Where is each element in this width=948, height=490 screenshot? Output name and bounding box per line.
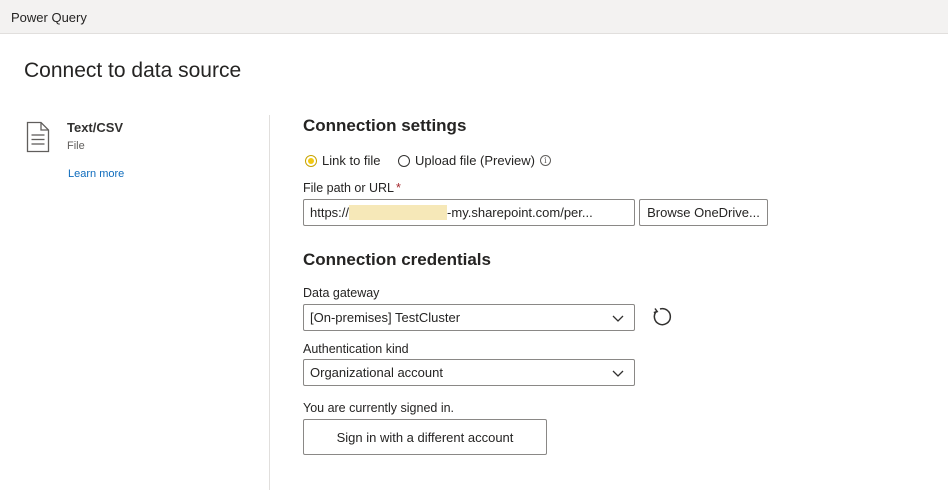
learn-more-link[interactable]: Learn more bbox=[68, 168, 124, 180]
auth-kind-label: Authentication kind bbox=[303, 342, 409, 356]
data-gateway-label: Data gateway bbox=[303, 286, 380, 300]
upload-file-label: Upload file (Preview) bbox=[415, 153, 535, 168]
chevron-down-icon bbox=[612, 370, 624, 377]
radio-selected-icon bbox=[305, 154, 317, 167]
file-path-label: File path or URL * bbox=[303, 181, 401, 195]
url-prefix: https:// bbox=[310, 205, 350, 220]
panel-divider bbox=[269, 115, 270, 490]
data-gateway-value: [On-premises] TestCluster bbox=[310, 310, 461, 325]
file-path-input[interactable]: https:// -my.sharepoint.com/per... bbox=[303, 199, 635, 226]
url-suffix: -my.sharepoint.com/per... bbox=[447, 205, 593, 220]
connection-credentials-heading: Connection credentials bbox=[303, 250, 491, 269]
title-bar: Power Query bbox=[0, 0, 948, 34]
file-path-label-text: File path or URL bbox=[303, 181, 395, 195]
browse-onedrive-button[interactable]: Browse OneDrive... bbox=[639, 199, 768, 226]
upload-file-radio[interactable]: Upload file (Preview) i bbox=[398, 153, 551, 168]
refresh-icon[interactable] bbox=[648, 305, 672, 329]
app-title: Power Query bbox=[11, 10, 87, 25]
page-title: Connect to data source bbox=[24, 59, 242, 82]
info-icon[interactable]: i bbox=[539, 155, 551, 166]
connection-settings-heading: Connection settings bbox=[303, 116, 467, 135]
signed-in-status: You are currently signed in. bbox=[303, 401, 455, 415]
redacted-url-segment bbox=[349, 205, 448, 220]
chevron-down-icon bbox=[612, 315, 624, 322]
data-gateway-dropdown[interactable]: [On-premises] TestCluster bbox=[303, 304, 635, 331]
link-to-file-label: Link to file bbox=[322, 153, 381, 168]
connector-name: Text/CSV bbox=[67, 120, 124, 135]
radio-unselected-icon bbox=[398, 154, 410, 167]
document-icon bbox=[26, 121, 50, 153]
connector-type: File bbox=[67, 140, 85, 152]
auth-kind-dropdown[interactable]: Organizational account bbox=[303, 359, 635, 386]
required-mark: * bbox=[396, 181, 401, 195]
link-to-file-radio[interactable]: Link to file bbox=[305, 153, 381, 168]
sign-in-different-account-button[interactable]: Sign in with a different account bbox=[303, 419, 547, 455]
auth-kind-value: Organizational account bbox=[310, 365, 443, 380]
